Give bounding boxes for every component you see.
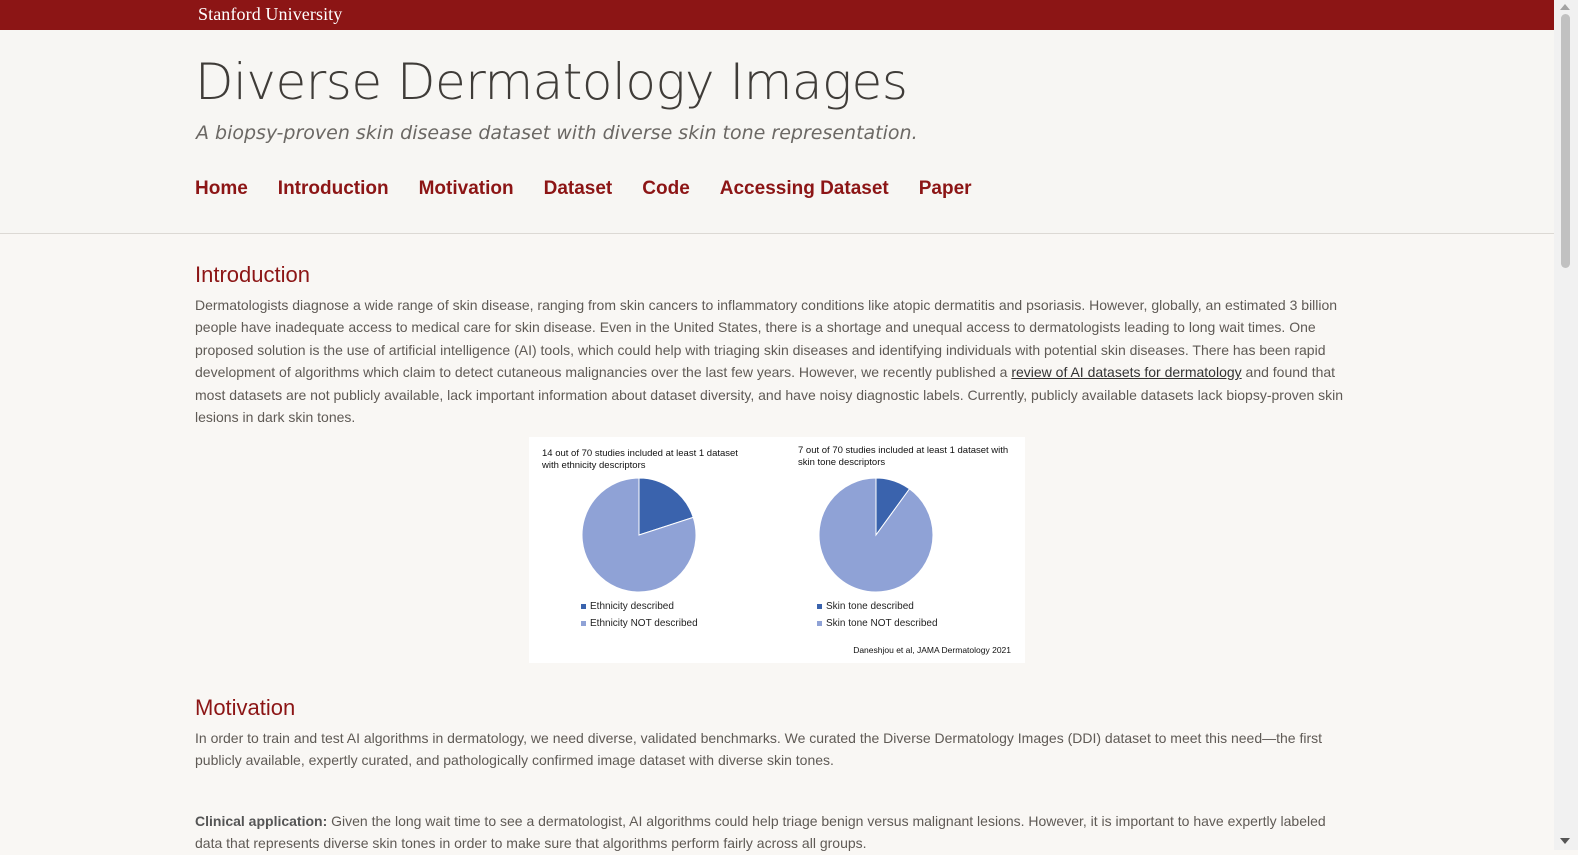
nav-home[interactable]: Home	[195, 178, 248, 200]
introduction-paragraph: Dermatologists diagnose a wide range of …	[195, 294, 1355, 428]
nav-motivation[interactable]: Motivation	[419, 178, 514, 200]
scroll-down-icon[interactable]	[1560, 838, 1570, 844]
scroll-up-icon[interactable]	[1560, 4, 1570, 10]
pie-chart-ethnicity	[581, 477, 697, 593]
main-content: Introduction Dermatologists diagnose a w…	[195, 262, 1355, 851]
legend-label: Ethnicity NOT described	[590, 618, 698, 629]
legend-label: Skin tone NOT described	[826, 618, 938, 629]
figure-citation: Daneshjou et al, JAMA Dermatology 2021	[853, 645, 1011, 655]
legend-label: Ethnicity described	[590, 601, 674, 612]
motivation-section: Motivation In order to train and test AI…	[195, 695, 1355, 772]
pie-2-title: 7 out of 70 studies included at least 1 …	[798, 445, 1009, 468]
scroll-thumb[interactable]	[1561, 14, 1570, 268]
dataset-diversity-figure: 14 out of 70 studies included at least 1…	[529, 437, 1025, 663]
motivation-paragraph: In order to train and test AI algorithms…	[195, 730, 1323, 769]
pie-1-legend: Ethnicity described Ethnicity NOT descri…	[581, 598, 698, 632]
pie-2-slice-not-described	[818, 477, 934, 593]
clinical-application-paragraph: Clinical application: Given the long wai…	[195, 810, 1355, 855]
site-title: Diverse Dermatology Images	[195, 53, 908, 111]
legend-swatch-described	[581, 604, 586, 609]
review-link[interactable]: review of AI datasets for dermatology	[1011, 364, 1241, 380]
site-subtitle: A biopsy-proven skin disease dataset wit…	[196, 122, 918, 144]
legend-item: Ethnicity NOT described	[581, 615, 698, 632]
site-header: Diverse Dermatology Images A biopsy-prov…	[0, 30, 1554, 234]
legend-swatch-not-described	[817, 621, 822, 626]
introduction-heading: Introduction	[195, 262, 310, 287]
legend-swatch-described	[817, 604, 822, 609]
clinical-application-text: Given the long wait time to see a dermat…	[195, 813, 1326, 852]
legend-swatch-not-described	[581, 621, 586, 626]
legend-item: Skin tone described	[817, 598, 938, 615]
pie-1-title: 14 out of 70 studies included at least 1…	[542, 448, 738, 471]
nav-paper[interactable]: Paper	[919, 178, 972, 200]
legend-label: Skin tone described	[826, 601, 914, 612]
legend-item: Ethnicity described	[581, 598, 698, 615]
nav-code[interactable]: Code	[642, 178, 690, 200]
main-nav: Home Introduction Motivation Dataset Cod…	[195, 178, 972, 200]
clinical-application-label: Clinical application:	[195, 813, 328, 829]
pie-chart-skin-tone	[818, 477, 934, 593]
nav-dataset[interactable]: Dataset	[544, 178, 613, 200]
nav-introduction[interactable]: Introduction	[278, 178, 389, 200]
page-scrollbar[interactable]	[1554, 0, 1578, 850]
motivation-heading: Motivation	[195, 695, 296, 720]
introduction-section: Introduction Dermatologists diagnose a w…	[195, 262, 1355, 428]
pie-2-legend: Skin tone described Skin tone NOT descri…	[817, 598, 938, 632]
nav-accessing-dataset[interactable]: Accessing Dataset	[720, 178, 889, 200]
legend-item: Skin tone NOT described	[817, 615, 938, 632]
top-bar: Stanford University	[0, 0, 1554, 30]
stanford-university-link[interactable]: Stanford University	[198, 4, 342, 25]
